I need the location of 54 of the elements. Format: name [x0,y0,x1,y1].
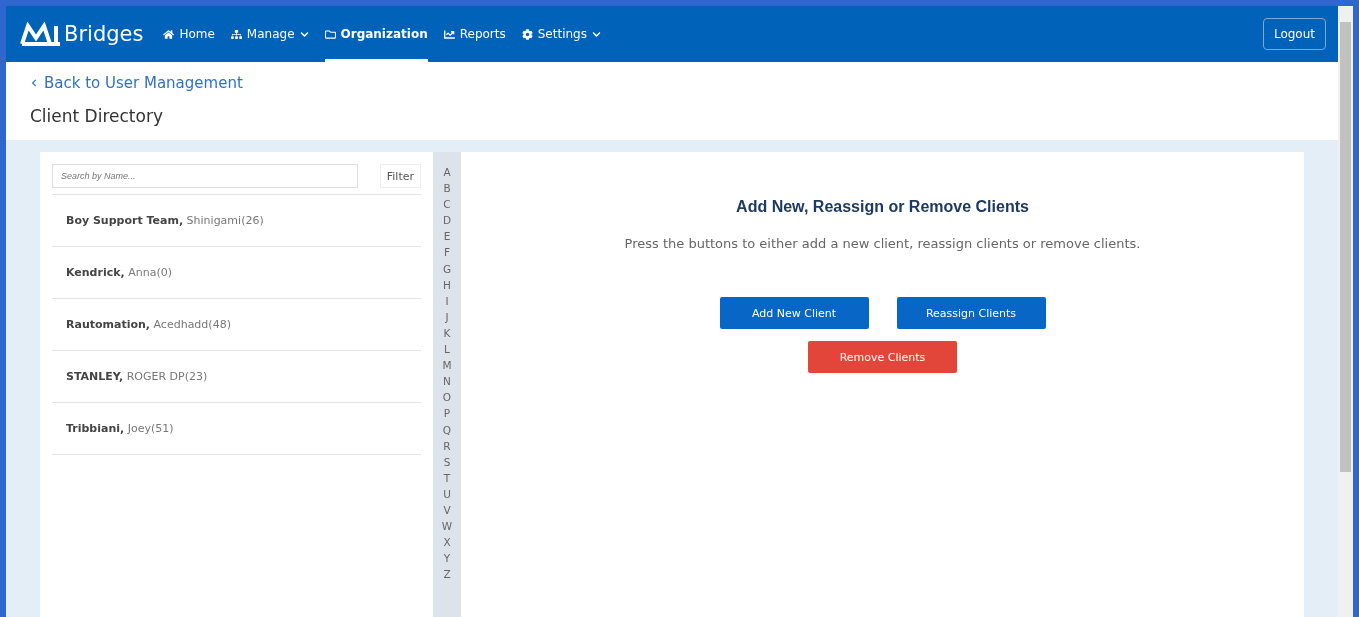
alphabet-letter[interactable]: W [441,518,453,535]
home-icon [163,28,175,40]
nav-link[interactable]: Settings [521,6,601,62]
alphabet-letter[interactable]: B [443,180,451,197]
logo-icon [20,22,62,46]
alphabet-letter[interactable]: K [443,324,451,342]
sitemap-icon [230,28,242,40]
alphabet-letter[interactable]: G [442,260,452,277]
client-name[interactable]: Boy Support Team, Shinigami(26) [66,214,264,227]
page-title: Client Directory [30,106,163,126]
alphabet-letter[interactable]: R [443,437,451,454]
client-name[interactable]: Tribbiani, Joey(51) [66,422,174,435]
filter-button[interactable]: Filter [379,164,421,188]
folder-icon [324,28,336,40]
action-button[interactable]: Add New Client [719,297,869,329]
search-field[interactable]: Search by Name... [52,164,358,188]
alphabet-letter[interactable]: N [443,373,451,390]
alphabet-letter[interactable]: P [443,405,451,422]
chevron-left-icon [30,79,38,87]
alphabet-letter[interactable]: Z [443,566,451,583]
nav-link[interactable]: Home [163,6,215,62]
action-button[interactable]: Reassign Clients [896,297,1046,329]
chart-icon [443,28,455,40]
alphabet-letter[interactable]: D [442,212,452,229]
gear-icon [521,28,533,40]
logout-button[interactable]: Logout [1262,18,1326,50]
alphabet-letter[interactable]: Q [442,421,452,438]
alphabet-letter[interactable]: U [443,485,451,502]
alphabet-letter[interactable]: V [443,501,451,519]
alphabet-letter[interactable]: Y [443,550,451,567]
alphabet-letter[interactable]: S [443,453,451,470]
alphabet-letter[interactable]: E [443,228,451,245]
alphabet-letter[interactable]: A [443,164,451,181]
alphabet-letter[interactable]: M [442,357,452,374]
client-name[interactable]: Kendrick, Anna(0) [66,266,172,279]
alphabet-letter[interactable]: L [444,341,450,358]
scrollbar[interactable] [1338,6,1353,617]
section-heading: Add New, Reassign or Remove Clients [736,198,1029,216]
alphabet-letter[interactable]: H [443,276,451,293]
brand-name: Bridges [64,22,144,46]
nav-link[interactable]: Reports [443,6,506,62]
description-text: Press the buttons to either add a new client, reassign clients or remove clients. [624,236,1141,251]
remove-button[interactable]: Remove Clients [808,341,957,373]
client-name[interactable]: STANLEY, ROGER DP(23) [66,370,208,383]
nav-link[interactable]: Manage [230,6,309,62]
client-name[interactable]: Rautomation, Acedhadd(48) [66,318,231,331]
alphabet-letter[interactable]: I [445,292,449,309]
alphabet-letter[interactable]: J [445,308,449,325]
alphabet-letter[interactable]: C [443,196,451,213]
alphabet-letter[interactable]: O [442,389,452,406]
alphabet-letter[interactable]: T [443,469,451,486]
alphabet-letter[interactable]: X [443,534,451,551]
back-link[interactable]: Back to User Management [30,74,243,92]
alphabet-letter[interactable]: F [443,244,450,261]
